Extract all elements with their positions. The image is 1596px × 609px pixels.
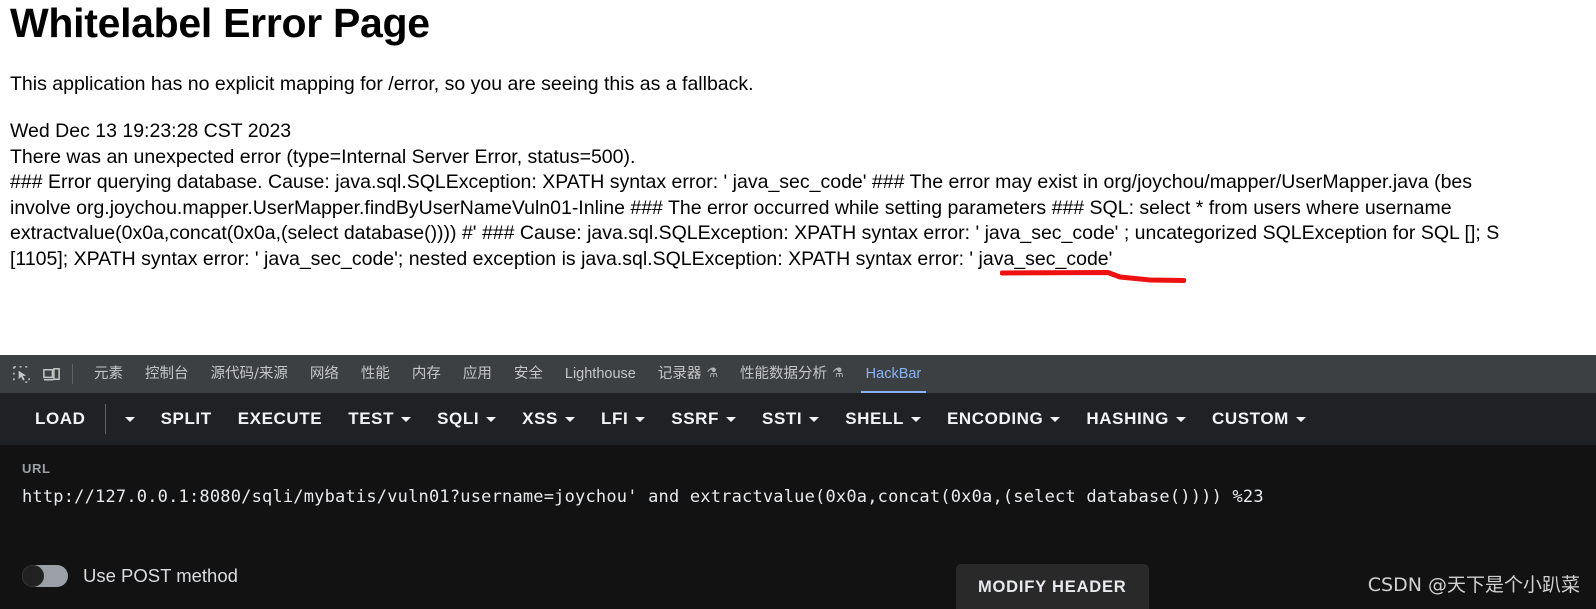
tab-label: 性能 (360, 366, 390, 382)
button-label: ENCODING (946, 409, 1044, 428)
custom-menu[interactable]: CUSTOM (1199, 393, 1319, 445)
page-title: Whitelabel Error Page (10, 0, 430, 46)
toolbar-divider (104, 404, 106, 434)
tab-elements[interactable]: 元素 (83, 355, 134, 393)
split-button[interactable]: SPLIT (148, 393, 225, 445)
shell-menu[interactable]: SHELL (832, 393, 934, 445)
tab-lighthouse[interactable]: Lighthouse (554, 355, 647, 393)
button-label: SHELL (845, 409, 904, 428)
hackbar-footer: Use POST method MODIFY HEADER CSDN @天下是个… (0, 553, 1596, 609)
lfi-menu[interactable]: LFI (588, 393, 658, 445)
tab-label: 应用 (462, 366, 492, 382)
tab-label: HackBar (865, 366, 922, 382)
error-detail-line: ### Error querying database. Cause: java… (10, 171, 1473, 193)
error-detail-block: Wed Dec 13 19:23:28 CST 2023 There was a… (0, 119, 1596, 272)
chevron-down-icon (486, 416, 497, 422)
modify-header-button[interactable]: MODIFY HEADER (956, 564, 1149, 609)
chevron-down-icon (124, 416, 135, 422)
chevron-down-icon (401, 416, 412, 422)
tab-label: 安全 (513, 366, 543, 382)
chevron-down-icon (635, 416, 646, 422)
button-label: SSTI (762, 409, 803, 428)
error-timestamp: Wed Dec 13 19:23:28 CST 2023 (10, 120, 292, 142)
url-field-label: URL (22, 461, 51, 476)
error-detail-line: extractvalue(0x0a,concat(0x0a,(select da… (10, 222, 1500, 244)
tab-performance[interactable]: 性能 (350, 355, 401, 393)
button-label: SPLIT (160, 409, 212, 428)
button-label: LOAD (35, 409, 86, 428)
watermark-text: CSDN @天下是个小趴菜 (1367, 574, 1580, 596)
use-post-method-label: Use POST method (83, 565, 238, 586)
chevron-down-icon (565, 416, 575, 422)
tab-label: 记录器 (657, 366, 702, 382)
inspect-element-icon[interactable] (6, 359, 36, 389)
tab-hackbar[interactable]: HackBar (855, 355, 933, 393)
experiment-flask-icon: ⚗ (706, 366, 718, 381)
tab-label: 内存 (411, 366, 441, 382)
ssrf-menu[interactable]: SSRF (658, 393, 749, 445)
button-label: XSS (522, 409, 558, 428)
ssti-menu[interactable]: SSTI (749, 393, 832, 445)
tab-recorder[interactable]: 记录器 ⚗ (647, 355, 729, 393)
hackbar-toolbar: LOAD SPLIT EXECUTE TEST SQLI XSS LFI SSR… (0, 393, 1596, 445)
tab-memory[interactable]: 内存 (401, 355, 452, 393)
devtools-panel: 元素 控制台 源代码/来源 网络 性能 内存 应用 安全 Lighthouse … (0, 355, 1596, 609)
chevron-down-icon (726, 416, 737, 422)
encoding-menu[interactable]: ENCODING (934, 393, 1073, 445)
device-toolbar-icon[interactable] (36, 359, 66, 389)
hashing-menu[interactable]: HASHING (1073, 393, 1199, 445)
button-label: SQLI (437, 409, 480, 428)
post-method-toggle-row[interactable]: Use POST method (22, 565, 238, 587)
button-label: LFI (601, 409, 629, 428)
chevron-down-icon (1295, 416, 1306, 422)
tab-network[interactable]: 网络 (299, 355, 350, 393)
test-menu[interactable]: TEST (335, 393, 424, 445)
chevron-down-icon (1050, 416, 1061, 422)
experiment-flask-icon: ⚗ (832, 366, 844, 381)
url-input[interactable]: http://127.0.0.1:8080/sqli/mybatis/vuln0… (22, 487, 1580, 507)
button-label: TEST (348, 409, 395, 428)
sqli-menu[interactable]: SQLI (424, 393, 509, 445)
chevron-down-icon (809, 416, 820, 422)
error-summary: There was an unexpected error (type=Inte… (10, 145, 636, 168)
tab-label: 网络 (309, 366, 339, 382)
chevron-down-icon (910, 416, 921, 422)
button-label: HASHING (1086, 409, 1169, 428)
hackbar-body: URL http://127.0.0.1:8080/sqli/mybatis/v… (0, 445, 1596, 609)
tab-label: 源代码/来源 (210, 366, 288, 382)
button-label: SSRF (671, 409, 720, 428)
error-intro-text: This application has no explicit mapping… (10, 73, 754, 95)
chevron-down-icon (1175, 416, 1186, 422)
tab-label: 控制台 (145, 366, 189, 382)
tab-label: Lighthouse (564, 366, 636, 382)
toggle-knob (22, 565, 44, 587)
load-dropdown-button[interactable] (112, 393, 148, 445)
tab-performance-insights[interactable]: 性能数据分析 ⚗ (729, 355, 855, 393)
execute-button[interactable]: EXECUTE (225, 393, 336, 445)
use-post-method-toggle[interactable] (22, 565, 68, 587)
tab-console[interactable]: 控制台 (134, 355, 200, 393)
tab-application[interactable]: 应用 (452, 355, 503, 393)
tab-security[interactable]: 安全 (503, 355, 554, 393)
button-label: EXECUTE (237, 409, 323, 428)
error-detail-line: involve org.joychou.mapper.UserMapper.fi… (10, 196, 1452, 219)
load-button[interactable]: LOAD (22, 393, 99, 445)
xss-menu[interactable]: XSS (509, 393, 588, 445)
tab-label: 性能数据分析 (740, 366, 827, 382)
toolbar-divider (72, 364, 73, 384)
tab-sources[interactable]: 源代码/来源 (200, 355, 299, 393)
error-detail-line: [1105]; XPATH syntax error: ' java_sec_c… (10, 247, 1113, 270)
error-page-viewport: Whitelabel Error Page This application h… (0, 0, 1596, 355)
tab-label: 元素 (94, 366, 123, 382)
button-label: CUSTOM (1211, 409, 1289, 428)
devtools-tabbar: 元素 控制台 源代码/来源 网络 性能 内存 应用 安全 Lighthouse … (0, 355, 1596, 393)
